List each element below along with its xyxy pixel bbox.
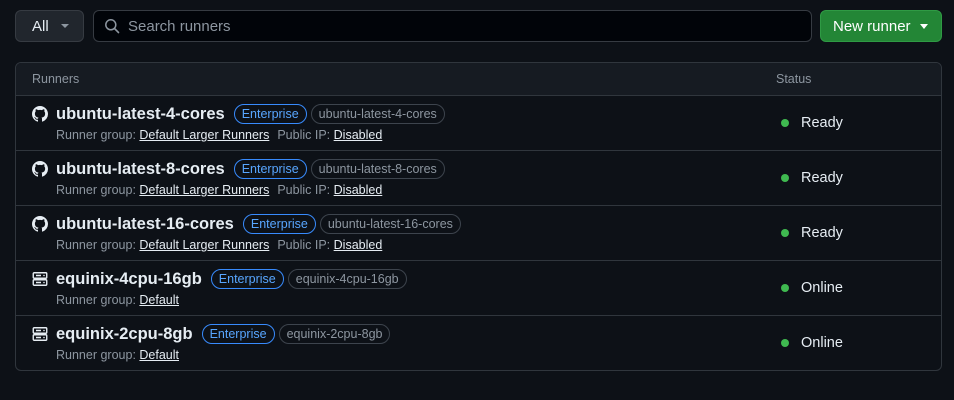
runner-group-link[interactable]: Default — [139, 293, 179, 307]
runner-meta-line: Runner group: Default Larger Runners Publ… — [56, 183, 382, 197]
runner-title-line: equinix-2cpu-8gb Enterprise equinix-2cpu… — [56, 324, 391, 344]
runner-status: Ready — [781, 170, 843, 186]
runner-group-link[interactable]: Default — [139, 348, 179, 362]
runner-meta-line: Runner group: Default Larger Runners Publ… — [56, 128, 382, 142]
table-row: equinix-4cpu-16gb Enterprise equinix-4cp… — [16, 261, 941, 316]
status-dot-icon — [781, 119, 789, 127]
column-header-status: Status — [776, 72, 812, 86]
runner-title-line: equinix-4cpu-16gb Enterprise equinix-4cp… — [56, 269, 407, 289]
runner-group-prefix: Runner group: — [56, 348, 136, 362]
runner-meta-line: Runner group: Default — [56, 348, 179, 362]
search-icon — [105, 19, 120, 34]
public-ip-link[interactable]: Disabled — [334, 128, 383, 142]
status-dot-icon — [781, 174, 789, 182]
public-ip-link[interactable]: Disabled — [334, 238, 383, 252]
table-row: ubuntu-latest-8-cores Enterprise ubuntu-… — [16, 151, 941, 206]
runner-label-badge: equinix-2cpu-8gb — [278, 324, 391, 344]
new-runner-button[interactable]: New runner — [820, 10, 942, 42]
runner-name-link[interactable]: equinix-2cpu-8gb — [56, 325, 193, 344]
github-icon — [32, 216, 48, 232]
status-text: Ready — [801, 170, 843, 186]
table-header: Runners Status — [16, 63, 941, 96]
status-dot-icon — [781, 339, 789, 347]
status-text: Online — [801, 280, 843, 296]
table-row: ubuntu-latest-4-cores Enterprise ubuntu-… — [16, 96, 941, 151]
table-row: equinix-2cpu-8gb Enterprise equinix-2cpu… — [16, 316, 941, 370]
public-ip-prefix: Public IP: — [277, 183, 331, 197]
github-icon — [32, 161, 48, 177]
chevron-down-icon — [919, 23, 928, 29]
runner-meta-line: Runner group: Default — [56, 293, 179, 307]
runner-status: Online — [781, 280, 843, 296]
chevron-down-icon — [60, 24, 69, 28]
public-ip-prefix: Public IP: — [277, 128, 331, 142]
runner-name-link[interactable]: ubuntu-latest-4-cores — [56, 105, 225, 124]
search-input[interactable] — [128, 17, 811, 35]
enterprise-badge: Enterprise — [233, 104, 307, 124]
enterprise-badge: Enterprise — [210, 269, 284, 289]
public-ip-link[interactable]: Disabled — [334, 183, 383, 197]
runner-title-line: ubuntu-latest-16-cores Enterprise ubuntu… — [56, 214, 461, 234]
runner-group-prefix: Runner group: — [56, 293, 136, 307]
runner-group-prefix: Runner group: — [56, 128, 136, 142]
server-icon — [32, 271, 48, 287]
runner-group-link[interactable]: Default Larger Runners — [139, 238, 269, 252]
filter-label: All — [32, 17, 49, 35]
runner-name-link[interactable]: equinix-4cpu-16gb — [56, 270, 202, 289]
enterprise-badge: Enterprise — [201, 324, 275, 344]
runner-status: Online — [781, 335, 843, 351]
runner-title-line: ubuntu-latest-8-cores Enterprise ubuntu-… — [56, 159, 445, 179]
runner-label-badge: ubuntu-latest-16-cores — [319, 214, 461, 234]
runner-group-link[interactable]: Default Larger Runners — [139, 128, 269, 142]
runner-label-badge: equinix-4cpu-16gb — [287, 269, 407, 289]
runner-label-badge: ubuntu-latest-8-cores — [310, 159, 445, 179]
table-row: ubuntu-latest-16-cores Enterprise ubuntu… — [16, 206, 941, 261]
enterprise-badge: Enterprise — [242, 214, 316, 234]
runner-name-link[interactable]: ubuntu-latest-8-cores — [56, 160, 225, 179]
runner-title-line: ubuntu-latest-4-cores Enterprise ubuntu-… — [56, 104, 445, 124]
runner-group-prefix: Runner group: — [56, 238, 136, 252]
status-text: Online — [801, 335, 843, 351]
runner-group-link[interactable]: Default Larger Runners — [139, 183, 269, 197]
column-header-runners: Runners — [32, 72, 80, 86]
runner-label-badge: ubuntu-latest-4-cores — [310, 104, 445, 124]
status-dot-icon — [781, 229, 789, 237]
filter-dropdown-button[interactable]: All — [15, 10, 84, 42]
new-runner-label: New runner — [833, 17, 911, 35]
search-box[interactable] — [93, 10, 812, 42]
runner-meta-line: Runner group: Default Larger Runners Publ… — [56, 238, 382, 252]
runners-table: Runners Status ubuntu-latest-4-cores Ent… — [15, 62, 942, 371]
server-icon — [32, 326, 48, 342]
status-dot-icon — [781, 284, 789, 292]
status-text: Ready — [801, 225, 843, 241]
public-ip-prefix: Public IP: — [277, 238, 331, 252]
toolbar: All New runner — [15, 10, 942, 42]
runner-group-prefix: Runner group: — [56, 183, 136, 197]
status-text: Ready — [801, 115, 843, 131]
github-icon — [32, 106, 48, 122]
runner-name-link[interactable]: ubuntu-latest-16-cores — [56, 215, 234, 234]
enterprise-badge: Enterprise — [233, 159, 307, 179]
runner-status: Ready — [781, 225, 843, 241]
runner-status: Ready — [781, 115, 843, 131]
